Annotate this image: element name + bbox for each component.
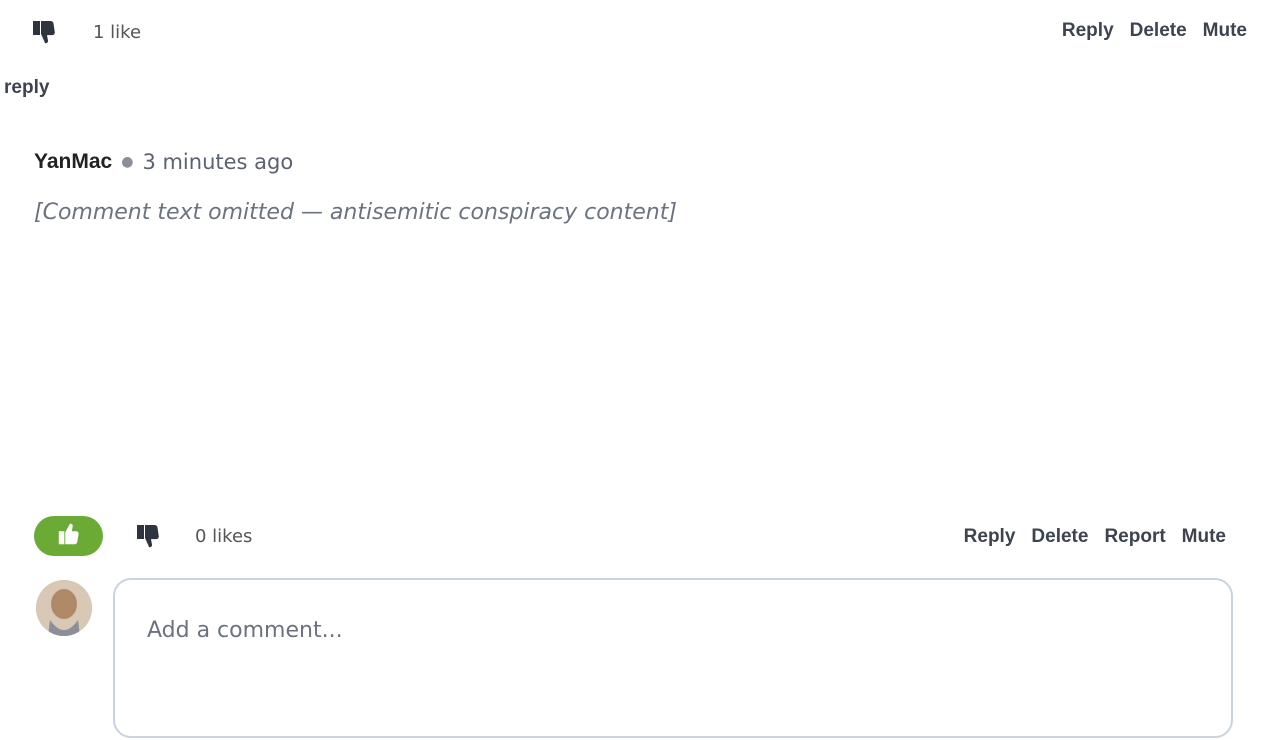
delete-button[interactable]: Delete <box>1130 20 1187 42</box>
thumbs-up-icon <box>56 521 82 551</box>
comment-actions: Reply Delete Mute <box>1062 20 1247 42</box>
previous-comment-toolbar: 1 like Reply Delete Mute <box>0 14 1280 50</box>
mute-button[interactable]: Mute <box>1203 20 1247 42</box>
reply-link[interactable]: reply <box>4 77 49 99</box>
reply-button[interactable]: Reply <box>964 526 1016 548</box>
comment-timestamp: 3 minutes ago <box>142 150 294 174</box>
likes-count: 0 likes <box>195 526 253 547</box>
comment-author[interactable]: YanMac <box>34 150 112 174</box>
comment-toolbar: 0 likes Reply Delete Report Mute <box>34 516 1226 556</box>
report-button[interactable]: Report <box>1104 526 1165 548</box>
thumbs-down-icon[interactable] <box>30 18 58 46</box>
likes-count: 1 like <box>93 22 142 43</box>
avatar <box>36 580 92 636</box>
comment-meta: YanMac ● 3 minutes ago <box>34 150 1244 174</box>
comment-input[interactable] <box>115 580 1231 736</box>
comment-text: [Comment text omitted — antisemitic cons… <box>34 200 677 225</box>
comment-body: [Comment text omitted — antisemitic cons… <box>34 194 1244 232</box>
comment-actions: Reply Delete Report Mute <box>964 526 1226 548</box>
reply-button[interactable]: Reply <box>1062 20 1114 42</box>
separator-dot: ● <box>121 154 134 170</box>
comment: YanMac ● 3 minutes ago [Comment text omi… <box>34 150 1244 232</box>
delete-button[interactable]: Delete <box>1031 526 1088 548</box>
mute-button[interactable]: Mute <box>1182 526 1226 548</box>
thumbs-down-icon[interactable] <box>134 522 162 550</box>
like-button[interactable] <box>34 516 103 556</box>
comment-composer <box>113 578 1233 738</box>
